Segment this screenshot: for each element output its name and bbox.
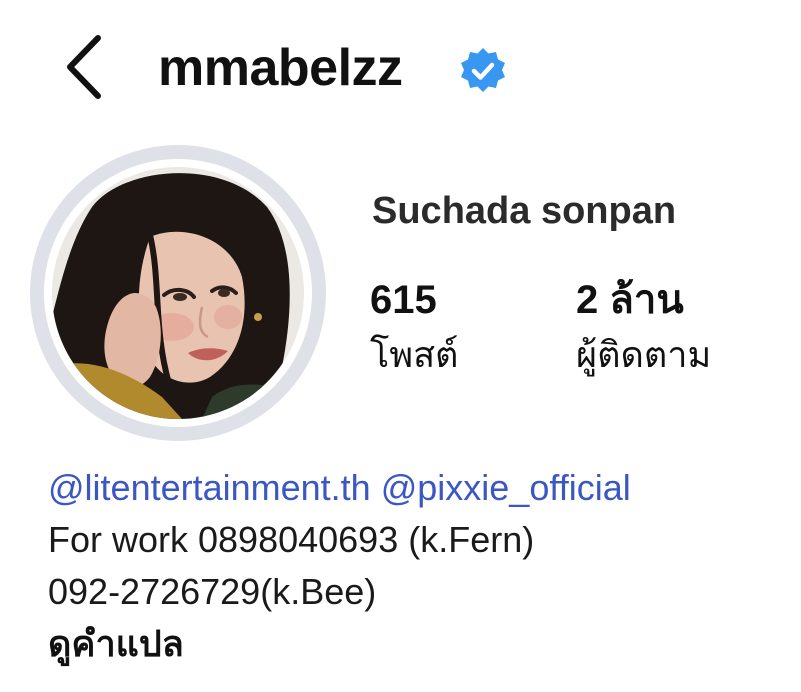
profile-bio: @litentertainment.th @pixxie_official Fo… xyxy=(48,462,793,670)
translate-link[interactable]: ดูคำแปล xyxy=(48,618,793,670)
followers-value: 2 ล้าน xyxy=(576,278,684,322)
posts-label: โพสต์ xyxy=(370,334,459,375)
followers-count[interactable]: 2 ล้าน ผู้ติดตาม xyxy=(576,276,711,380)
profile-username: mmabelzz xyxy=(158,39,403,97)
followers-label: ผู้ติดตาม xyxy=(576,334,712,375)
mention-link-litentertainment[interactable]: @litentertainment.th xyxy=(48,467,371,508)
avatar[interactable] xyxy=(30,145,326,441)
profile-full-name: Suchada sonpan xyxy=(372,190,677,232)
bio-phone-line: 092-2726729(k.Bee) xyxy=(48,571,377,612)
verified-badge-icon xyxy=(461,48,505,92)
posts-count[interactable]: 615 โพสต์ xyxy=(370,276,458,380)
bio-contact-line: For work 0898040693 (k.Fern) xyxy=(48,519,535,560)
mention-link-pixxie[interactable]: @pixxie_official xyxy=(381,467,631,508)
profile-header: mmabelzz xyxy=(0,0,801,140)
bio-mentions-line: @litentertainment.th @pixxie_official xyxy=(48,462,793,514)
back-button[interactable] xyxy=(58,32,110,102)
profile-photo xyxy=(52,167,304,419)
posts-value: 615 xyxy=(370,278,437,322)
chevron-left-icon xyxy=(67,35,101,99)
